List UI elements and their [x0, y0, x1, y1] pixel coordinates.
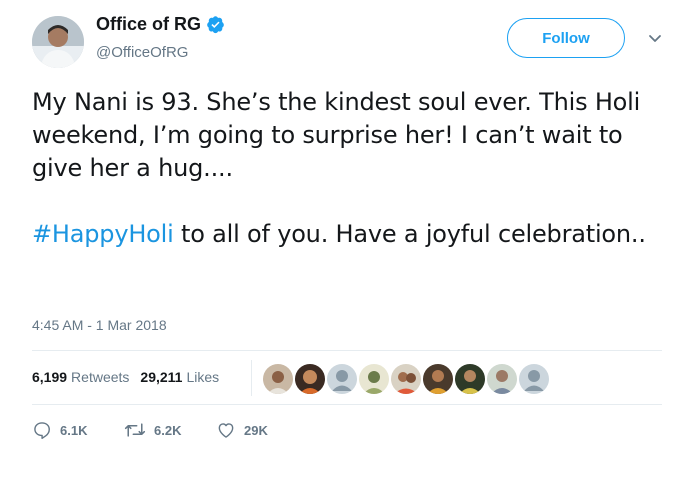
- retweet-icon: [124, 423, 146, 437]
- follow-button[interactable]: Follow: [507, 18, 625, 58]
- tweet-card: Office of RG @OfficeOfRG Follow My Nani …: [0, 0, 700, 487]
- retweet-button[interactable]: 6.2K: [124, 420, 216, 440]
- retweets-label: Retweets: [71, 369, 130, 385]
- divider: [32, 404, 662, 405]
- tweet-paragraph-2: #HappyHoli to all of you. Have a joyful …: [32, 218, 672, 251]
- divider: [32, 350, 662, 351]
- liker-avatar[interactable]: [423, 364, 453, 394]
- tweet-actions: 6.1K 6.2K 29K: [32, 420, 268, 440]
- retweets-count: 6,199: [32, 369, 68, 385]
- retweet-count: 6.2K: [154, 422, 182, 438]
- chevron-down-icon[interactable]: [644, 28, 666, 50]
- reply-button[interactable]: 6.1K: [32, 420, 124, 440]
- stats-separator: [251, 360, 252, 396]
- reply-icon: [34, 422, 50, 440]
- liker-avatar[interactable]: [455, 364, 485, 394]
- liker-avatar[interactable]: [263, 364, 293, 394]
- retweets-stat[interactable]: 6,199 Retweets: [32, 369, 129, 385]
- likes-count: 29,211: [140, 369, 183, 385]
- liker-avatar[interactable]: [295, 364, 325, 394]
- reply-count: 6.1K: [60, 422, 88, 438]
- liker-avatar[interactable]: [359, 364, 389, 394]
- tweet-paragraph-1: My Nani is 93. She’s the kindest soul ev…: [32, 88, 641, 182]
- tweet-timestamp[interactable]: 4:45 AM - 1 Mar 2018: [32, 317, 167, 333]
- user-handle[interactable]: @OfficeOfRG: [96, 44, 188, 61]
- liker-avatar[interactable]: [519, 364, 549, 394]
- tweet-stats: 6,199 Retweets 29,211 Likes: [32, 369, 219, 385]
- likes-stat[interactable]: 29,211 Likes: [140, 369, 219, 385]
- like-button[interactable]: 29K: [216, 420, 268, 440]
- heart-icon: [218, 423, 234, 438]
- like-count: 29K: [244, 422, 268, 438]
- verified-badge-icon: [207, 16, 224, 34]
- liker-avatar[interactable]: [391, 364, 421, 394]
- liker-avatar[interactable]: [487, 364, 517, 394]
- name-row: Office of RG: [96, 14, 225, 35]
- liker-avatar[interactable]: [327, 364, 357, 394]
- avatar[interactable]: [32, 16, 84, 68]
- likes-label: Likes: [186, 369, 220, 385]
- liker-avatars: [263, 364, 551, 394]
- tweet-text: My Nani is 93. She’s the kindest soul ev…: [32, 86, 672, 251]
- hashtag-link[interactable]: #HappyHoli: [32, 220, 174, 248]
- tweet-paragraph-2-text: to all of you. Have a joyful celebration…: [173, 220, 646, 248]
- display-name[interactable]: Office of RG: [96, 14, 201, 35]
